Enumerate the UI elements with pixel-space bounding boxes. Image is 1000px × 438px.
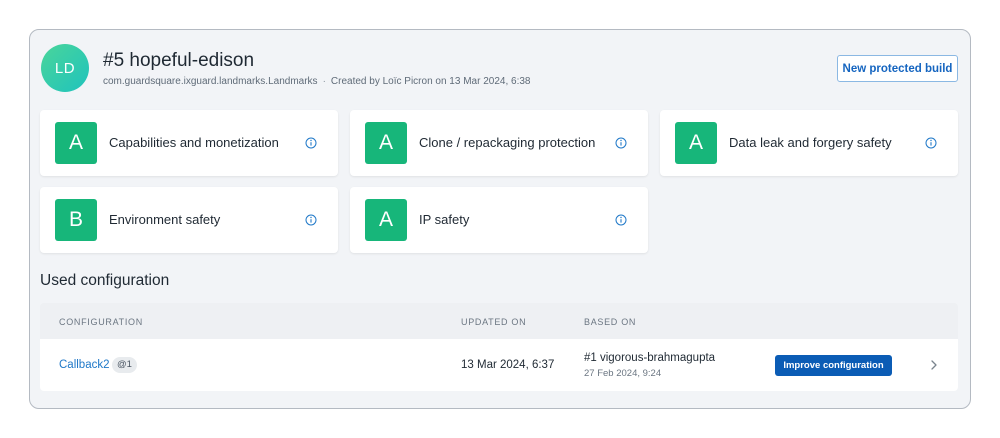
info-circle-icon[interactable] xyxy=(615,214,627,226)
score-grade: A xyxy=(55,122,97,164)
based-on-build-date: 27 Feb 2024, 9:24 xyxy=(584,368,662,379)
based-on-build-name: #1 vigorous-brahmagupta xyxy=(584,352,716,364)
configuration-table: CONFIGURATION UPDATED ON BASED ON Callba… xyxy=(40,303,958,391)
configuration-name-link[interactable]: Callback2 xyxy=(59,359,110,371)
score-label: Capabilities and monetization xyxy=(109,135,279,150)
build-meta: com.guardsquare.ixguard.landmarks.Landma… xyxy=(103,76,530,87)
score-card-capabilities: A Capabilities and monetization xyxy=(40,110,338,176)
avatar: LD xyxy=(41,44,89,92)
score-label: Clone / repackaging protection xyxy=(419,135,596,150)
configuration-version-badge: @1 xyxy=(112,357,137,373)
score-grade: A xyxy=(365,199,407,241)
info-circle-icon[interactable] xyxy=(925,137,937,149)
score-card-environment: B Environment safety xyxy=(40,187,338,253)
score-label: Data leak and forgery safety xyxy=(729,135,892,150)
column-header-configuration: CONFIGURATION xyxy=(59,317,143,327)
score-label: IP safety xyxy=(419,212,470,227)
score-grade: B xyxy=(55,199,97,241)
info-circle-icon[interactable] xyxy=(305,137,317,149)
section-title-used-configuration: Used configuration xyxy=(40,272,170,289)
avatar-initials: LD xyxy=(54,59,76,77)
build-summary-panel: LD #5 hopeful-edison com.guardsquare.ixg… xyxy=(29,29,971,409)
score-card-clone-protection: A Clone / repackaging protection xyxy=(350,110,648,176)
updated-on-value: 13 Mar 2024, 6:37 xyxy=(461,359,555,371)
build-created-info: Created by Loïc Picron on 13 Mar 2024, 6… xyxy=(330,76,531,87)
score-label: Environment safety xyxy=(109,212,221,227)
score-grade: A xyxy=(675,122,717,164)
score-card-ip-safety: A IP safety xyxy=(350,187,648,253)
improve-configuration-button[interactable]: Improve configuration xyxy=(775,355,892,376)
meta-separator: · xyxy=(322,76,326,87)
score-card-data-leak: A Data leak and forgery safety xyxy=(660,110,958,176)
chevron-right-icon[interactable] xyxy=(928,358,940,372)
info-circle-icon[interactable] xyxy=(305,214,317,226)
column-header-based-on: BASED ON xyxy=(584,317,637,327)
score-grade: A xyxy=(365,122,407,164)
build-package-name: com.guardsquare.ixguard.landmarks.Landma… xyxy=(103,76,318,87)
table-row[interactable]: Callback2 @1 13 Mar 2024, 6:37 #1 vigoro… xyxy=(40,339,958,391)
table-header: CONFIGURATION UPDATED ON BASED ON xyxy=(40,303,958,339)
page-title: #5 hopeful-edison xyxy=(103,50,255,71)
column-header-updated-on: UPDATED ON xyxy=(461,317,527,327)
info-circle-icon[interactable] xyxy=(615,137,627,149)
new-protected-build-button[interactable]: New protected build xyxy=(837,55,958,82)
